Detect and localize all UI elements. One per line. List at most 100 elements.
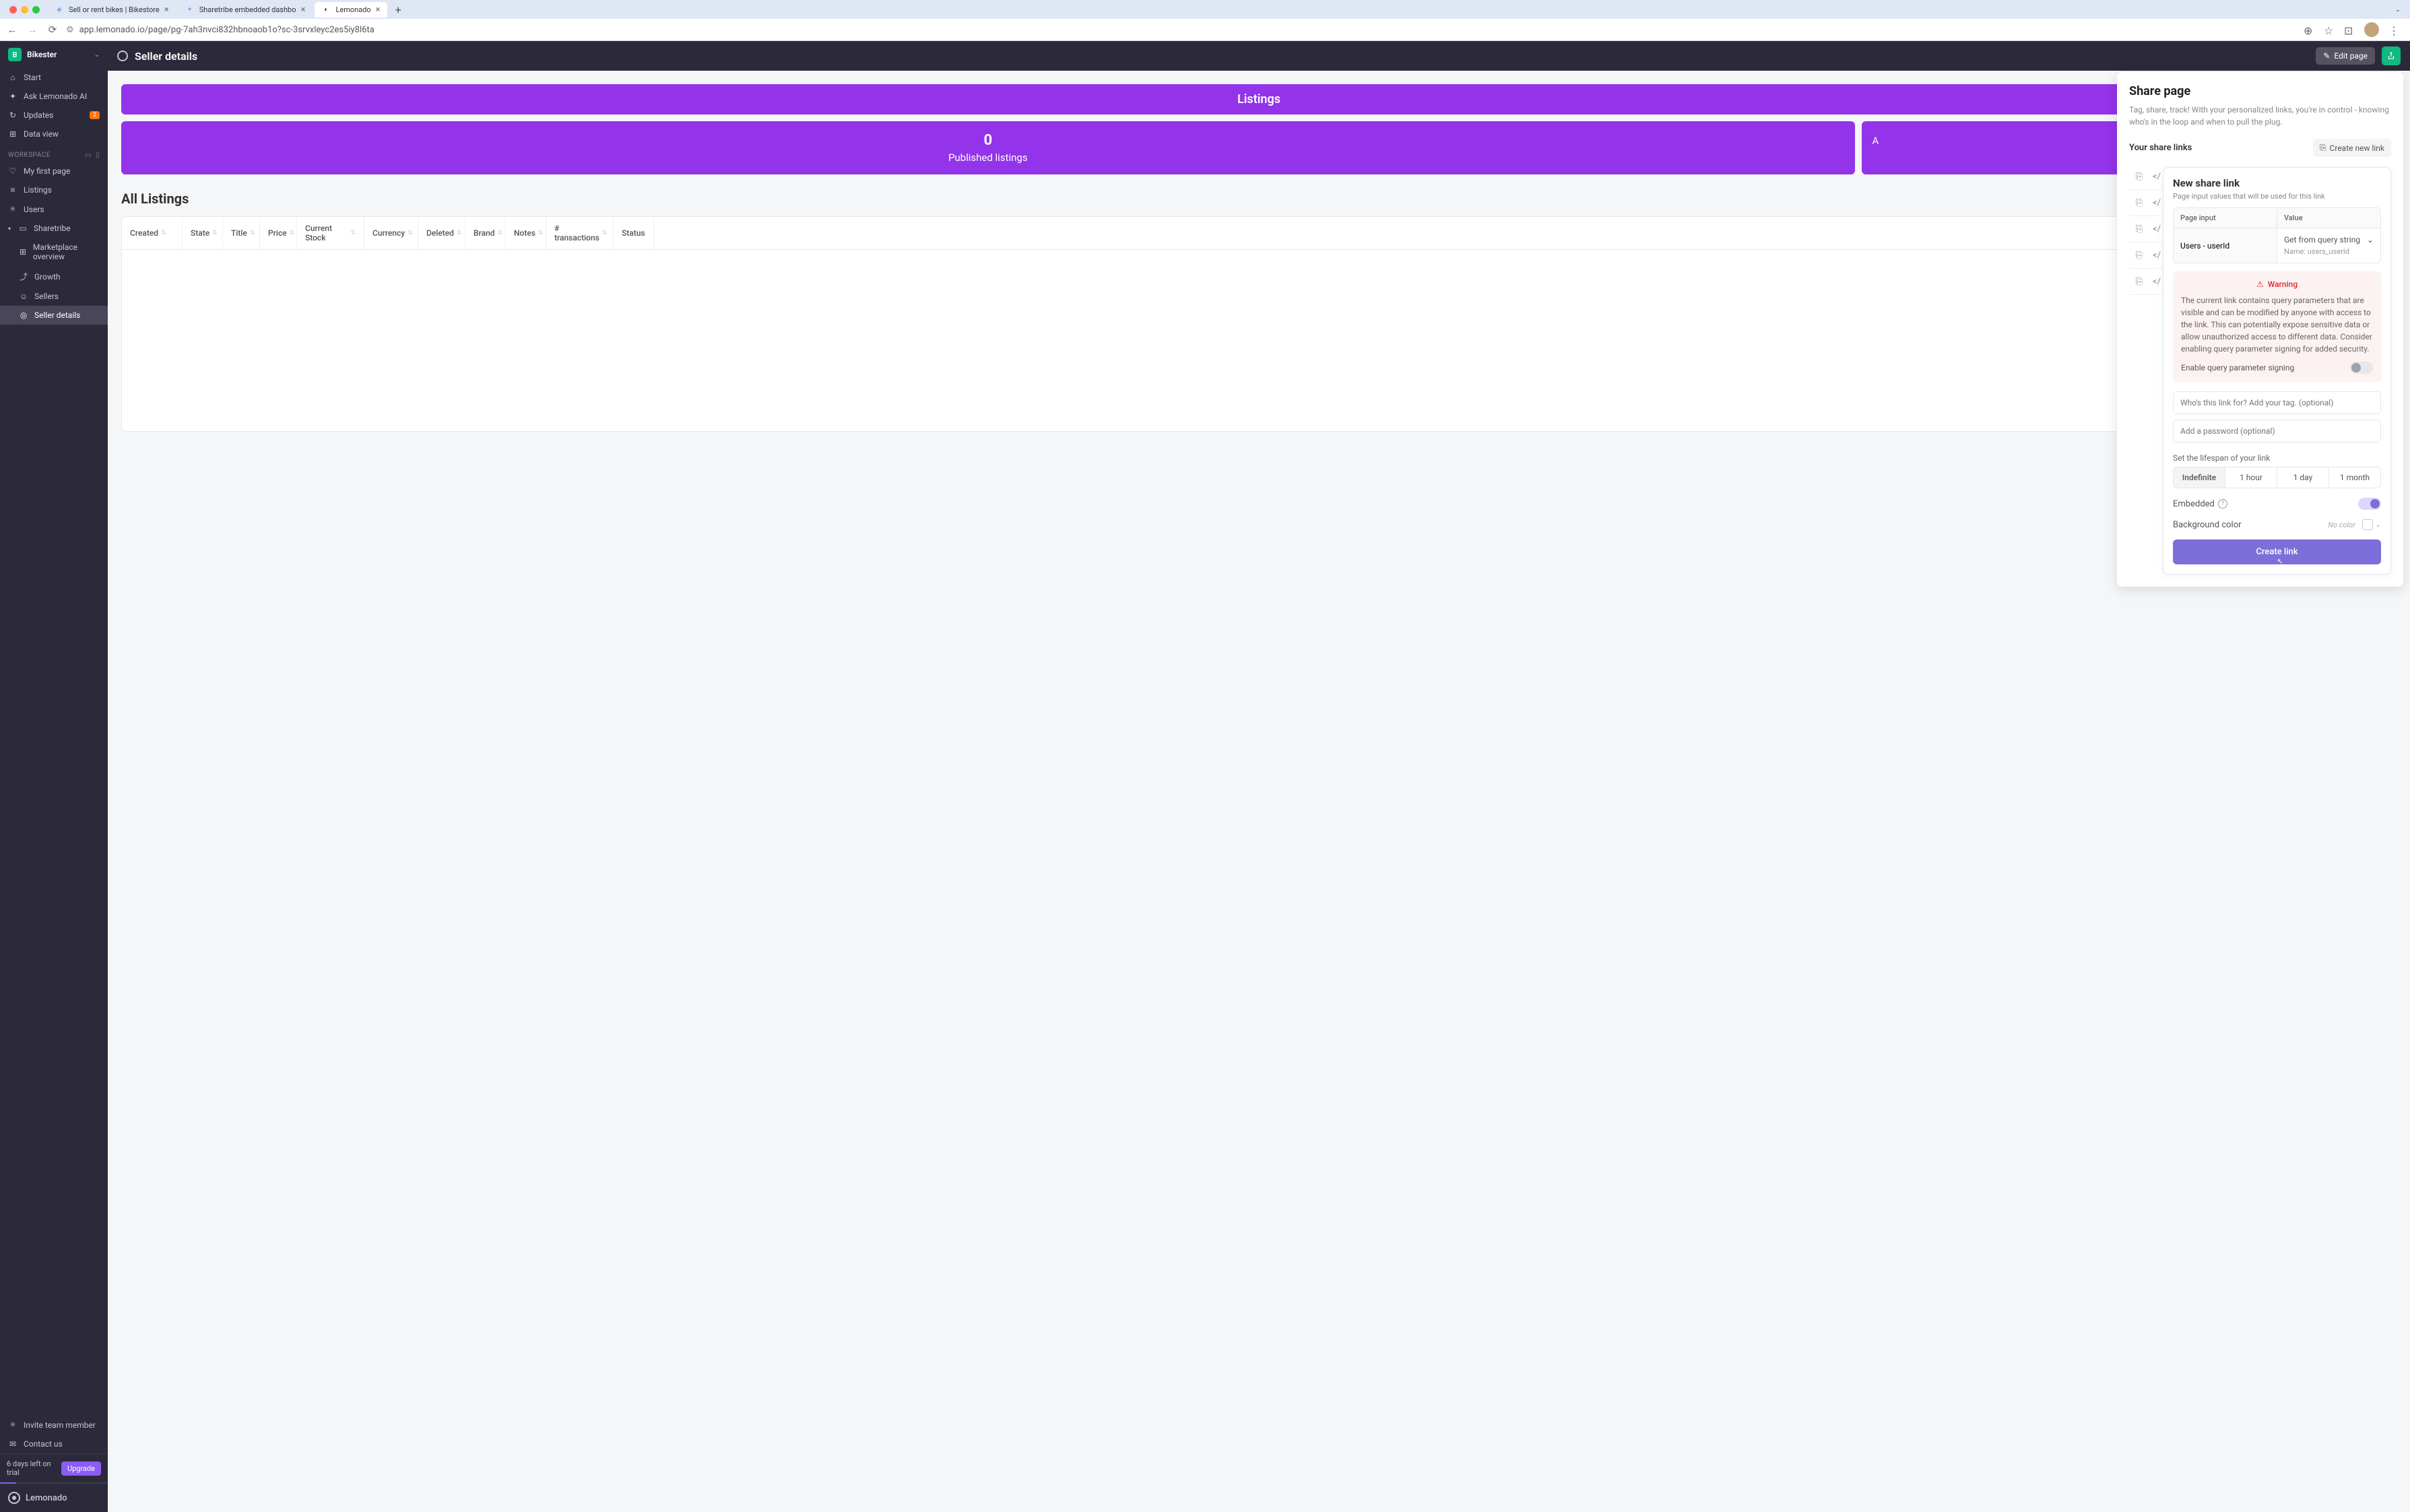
lifespan-indefinite[interactable]: Indefinite bbox=[2174, 467, 2225, 488]
edit-icon: ✎ bbox=[2323, 51, 2330, 61]
col-deleted[interactable]: Deleted⇅ bbox=[418, 217, 465, 249]
sort-icon: ⇅ bbox=[408, 230, 413, 236]
sidebar-item-growth[interactable]: ⤴ Growth bbox=[0, 266, 108, 287]
all-listings-heading: All Listings bbox=[121, 191, 2397, 207]
col-state[interactable]: State⇅ bbox=[183, 217, 223, 249]
code-icon[interactable]: </ bbox=[2151, 249, 2163, 261]
sidebar-item-contact[interactable]: ✉ Contact us bbox=[0, 1435, 108, 1453]
col-brand[interactable]: Brand⇅ bbox=[465, 217, 506, 249]
password-input[interactable] bbox=[2173, 420, 2381, 442]
install-app-icon[interactable]: ⊕ bbox=[2304, 24, 2314, 35]
code-icon[interactable]: </ bbox=[2151, 223, 2163, 235]
sidebar-item-ask-ai[interactable]: ✦ Ask Lemonado AI bbox=[0, 87, 108, 106]
forward-button[interactable]: → bbox=[26, 24, 39, 36]
code-icon[interactable]: </ bbox=[2151, 275, 2163, 288]
sidebar-item-sellers[interactable]: ☺ Sellers bbox=[0, 287, 108, 306]
reload-button[interactable]: ⟳ bbox=[46, 24, 59, 36]
profile-avatar[interactable] bbox=[2364, 22, 2379, 37]
close-tab-icon[interactable]: × bbox=[164, 5, 169, 15]
sidebar-item-seller-details[interactable]: ◎ Seller details bbox=[0, 306, 108, 325]
warning-box: ⚠ Warning The current link contains quer… bbox=[2173, 271, 2381, 382]
close-tab-icon[interactable]: × bbox=[301, 5, 306, 15]
sidebar-item-updates[interactable]: ↻ Updates 2 bbox=[0, 106, 108, 125]
chevron-down-icon[interactable]: ⌄ bbox=[2376, 521, 2381, 529]
code-icon[interactable]: </ bbox=[2151, 197, 2163, 209]
url-field[interactable]: ⚙ app.lemonado.io/page/pg-7ah3nvci832hbn… bbox=[66, 25, 2297, 35]
sidebar-item-my-first-page[interactable]: ♡ My first page bbox=[0, 162, 108, 180]
close-tab-icon[interactable]: × bbox=[376, 5, 381, 15]
copy-icon[interactable]: ⎘ bbox=[2133, 249, 2145, 261]
maximize-window-btn[interactable] bbox=[32, 6, 40, 13]
chart-icon: ⤴ bbox=[19, 271, 28, 282]
sort-icon: ⇅ bbox=[161, 230, 166, 236]
sidebar-item-users[interactable]: ⍟ Users bbox=[0, 199, 108, 219]
browser-tab-sharetribe[interactable]: ✦ Sharetribe embedded dashbo × bbox=[178, 2, 313, 18]
site-settings-icon[interactable]: ⚙ bbox=[66, 25, 74, 35]
sidebar-item-invite[interactable]: ⍟ Invite team member bbox=[0, 1415, 108, 1435]
trial-bar: 6 days left on trial Upgrade bbox=[0, 1453, 108, 1482]
extensions-icon[interactable]: ⊡ bbox=[2344, 24, 2355, 35]
sidebar-item-listings[interactable]: ≡ Listings bbox=[0, 180, 108, 199]
sidebar-label: Start bbox=[24, 73, 41, 82]
lifespan-1month[interactable]: 1 month bbox=[2329, 467, 2380, 488]
listings-banner: Listings bbox=[121, 84, 2397, 114]
browser-tab-lemonado[interactable]: ◐ Lemonado × bbox=[315, 2, 387, 18]
bookmark-icon[interactable]: ☆ bbox=[2324, 24, 2335, 35]
close-window-btn[interactable] bbox=[9, 6, 17, 13]
minimize-window-btn[interactable] bbox=[21, 6, 28, 13]
browser-tab-bikestore[interactable]: ◈ Sell or rent bikes | Bikestore × bbox=[48, 2, 176, 18]
page-icon[interactable]: ▯ bbox=[96, 152, 100, 159]
code-icon[interactable]: </ bbox=[2151, 170, 2163, 183]
lifespan-1day[interactable]: 1 day bbox=[2277, 467, 2329, 488]
new-tab-button[interactable]: + bbox=[390, 3, 407, 16]
back-button[interactable]: ← bbox=[5, 24, 19, 36]
col-stock[interactable]: Current Stock⇅ bbox=[297, 217, 364, 249]
color-picker[interactable] bbox=[2362, 519, 2373, 530]
create-link-button[interactable]: Create link ↖ bbox=[2173, 539, 2381, 564]
share-button[interactable] bbox=[2382, 46, 2401, 65]
url-text: app.lemonado.io/page/pg-7ah3nvci832hbnoa… bbox=[79, 25, 374, 35]
embedded-toggle[interactable] bbox=[2358, 498, 2381, 510]
sidebar-label: Growth bbox=[34, 272, 61, 282]
copy-icon[interactable]: ⎘ bbox=[2133, 275, 2145, 288]
col-created[interactable]: Created⇅ bbox=[122, 217, 183, 249]
warning-label: Warning bbox=[2268, 280, 2298, 289]
lifespan-options: Indefinite 1 hour 1 day 1 month bbox=[2173, 467, 2381, 488]
sidebar-label: Invite team member bbox=[24, 1420, 96, 1430]
warning-header: ⚠ Warning bbox=[2181, 280, 2373, 289]
signing-toggle[interactable] bbox=[2350, 362, 2373, 374]
input-value-cell: Get from query string ⌄ Name: users_user… bbox=[2277, 228, 2380, 263]
folder-icon[interactable]: ▭ bbox=[85, 152, 92, 159]
browser-chrome: ◈ Sell or rent bikes | Bikestore × ✦ Sha… bbox=[0, 0, 2410, 41]
tag-input[interactable] bbox=[2173, 391, 2381, 414]
table-header-row: Created⇅ State⇅ Title⇅ Price⇅ Current St… bbox=[122, 217, 2396, 250]
duplicate-icon: ⎘ bbox=[2320, 143, 2326, 153]
workspace-switcher[interactable]: B Bikester ⌄ bbox=[0, 41, 108, 68]
sidebar: B Bikester ⌄ ⌂ Start ✦ Ask Lemonado AI ↻… bbox=[0, 41, 108, 1512]
col-transactions[interactable]: # transactions⇅ bbox=[546, 217, 614, 249]
copy-icon[interactable]: ⎘ bbox=[2133, 223, 2145, 235]
value-dropdown[interactable]: Get from query string ⌄ bbox=[2284, 235, 2374, 244]
warning-icon: ⚠ bbox=[2256, 280, 2264, 289]
copy-icon[interactable]: ⎘ bbox=[2133, 170, 2145, 183]
help-icon[interactable]: ? bbox=[2218, 499, 2227, 508]
tabs-dropdown-icon[interactable]: ⌄ bbox=[2390, 5, 2406, 15]
col-title[interactable]: Title⇅ bbox=[223, 217, 260, 249]
col-price[interactable]: Price⇅ bbox=[260, 217, 297, 249]
upgrade-button[interactable]: Upgrade bbox=[61, 1461, 101, 1476]
col-currency[interactable]: Currency⇅ bbox=[364, 217, 418, 249]
share-links-title: Your share links bbox=[2129, 143, 2192, 153]
edit-page-button[interactable]: ✎ Edit page bbox=[2316, 47, 2375, 65]
page-topbar: Seller details ✎ Edit page bbox=[108, 41, 2410, 71]
copy-icon[interactable]: ⎘ bbox=[2133, 197, 2145, 209]
sidebar-item-sharetribe[interactable]: ▭ Sharetribe bbox=[0, 219, 108, 238]
updates-badge: 2 bbox=[90, 111, 100, 119]
sidebar-item-data-view[interactable]: ⊞ Data view bbox=[0, 125, 108, 143]
sidebar-item-start[interactable]: ⌂ Start bbox=[0, 68, 108, 87]
create-new-link-button[interactable]: ⎘ Create new link bbox=[2313, 139, 2391, 157]
sidebar-item-marketplace-overview[interactable]: ⊞ Marketplace overview bbox=[0, 238, 108, 266]
col-status[interactable]: Status bbox=[614, 217, 654, 249]
lifespan-1hour[interactable]: 1 hour bbox=[2225, 467, 2277, 488]
col-notes[interactable]: Notes⇅ bbox=[506, 217, 546, 249]
menu-icon[interactable]: ⋮ bbox=[2388, 24, 2399, 35]
